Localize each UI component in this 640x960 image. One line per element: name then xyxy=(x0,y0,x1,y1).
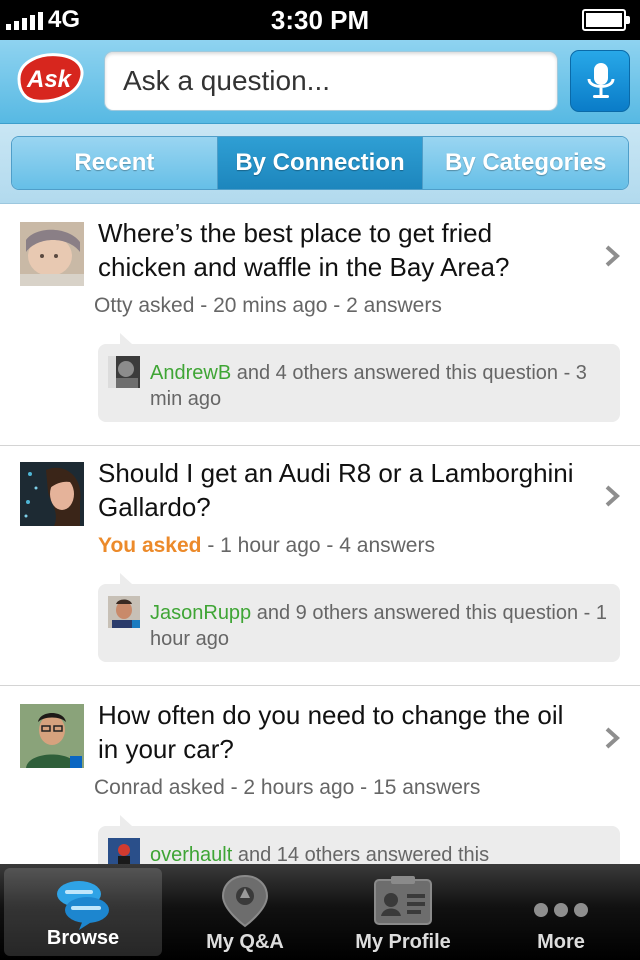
question-text[interactable]: Should I get an Audi R8 or a Lamborghini… xyxy=(98,456,578,524)
answerer-avatar xyxy=(108,356,140,388)
answer-count: 2 answers xyxy=(346,294,442,317)
asker-avatar xyxy=(20,222,84,286)
question-item[interactable]: How often do you need to change the oil … xyxy=(0,686,640,864)
tab-by-categories[interactable]: By Categories xyxy=(423,137,628,189)
tab-label: My Profile xyxy=(355,931,451,953)
answerer-avatar xyxy=(108,838,140,864)
answer-count: 15 answers xyxy=(373,776,481,799)
tab-browse[interactable]: Browse xyxy=(4,868,162,956)
search-header: Ask xyxy=(0,40,640,124)
profile-card-icon xyxy=(374,876,432,925)
battery-icon xyxy=(582,9,630,31)
tab-by-connection[interactable]: By Connection xyxy=(217,137,424,189)
answer-summary: overhault and 14 others answered this xyxy=(150,842,610,864)
filter-tabs-area: Recent By Connection By Categories xyxy=(0,124,640,204)
chevron-right-icon[interactable] xyxy=(600,726,624,750)
chevron-right-icon[interactable] xyxy=(600,484,624,508)
answer-summary-text: and 14 others answered this xyxy=(237,844,490,864)
microphone-icon xyxy=(587,63,615,98)
question-item[interactable]: Where’s the best place to get fried chic… xyxy=(0,204,640,446)
tab-label: My Q&A xyxy=(206,931,284,953)
tab-my-qa[interactable]: My Q&A xyxy=(166,864,324,960)
answer-summary-box[interactable]: AndrewB and 4 others answered this quest… xyxy=(98,333,620,422)
lightbulb-pin-icon xyxy=(221,874,269,928)
speech-bubbles-icon xyxy=(57,881,109,930)
question-meta: Otty asked - 20 mins ago - 2 answers xyxy=(94,294,442,317)
asker-label: You asked xyxy=(98,534,202,557)
voice-search-button[interactable] xyxy=(570,50,630,112)
tab-label: More xyxy=(537,931,585,953)
chevron-right-icon[interactable] xyxy=(600,244,624,268)
tab-recent[interactable]: Recent xyxy=(12,137,218,189)
bottom-tab-bar: Browse My Q&A My Profile More xyxy=(0,864,640,960)
question-time: 2 hours ago xyxy=(243,776,355,799)
answerer-name[interactable]: JasonRupp xyxy=(150,602,251,624)
ask-logo[interactable]: Ask xyxy=(11,49,87,111)
asker-avatar xyxy=(20,462,84,526)
answer-summary-box[interactable]: JasonRupp and 9 others answered this que… xyxy=(98,573,620,662)
answerer-name[interactable]: overhault xyxy=(150,844,232,864)
answer-count: 4 answers xyxy=(339,534,435,557)
question-meta: You asked - 1 hour ago - 4 answers xyxy=(98,534,435,557)
question-item[interactable]: Should I get an Audi R8 or a Lamborghini… xyxy=(0,444,640,686)
answer-summary: JasonRupp and 9 others answered this que… xyxy=(150,600,610,652)
answer-summary-box[interactable]: overhault and 14 others answered this xyxy=(98,815,620,864)
status-bar: 4G 3:30 PM xyxy=(0,0,640,40)
answerer-avatar xyxy=(108,596,140,628)
answerer-name[interactable]: AndrewB xyxy=(150,362,231,384)
more-dots-icon xyxy=(534,903,588,917)
question-feed[interactable]: Where’s the best place to get fried chic… xyxy=(0,204,640,864)
search-box[interactable] xyxy=(104,51,558,111)
asker-label: Conrad asked xyxy=(94,776,225,799)
status-time: 3:30 PM xyxy=(270,5,370,35)
question-text[interactable]: How often do you need to change the oil … xyxy=(98,698,578,766)
logo-text: Ask xyxy=(26,66,73,93)
tab-more[interactable]: More xyxy=(482,864,640,960)
asker-label: Otty asked xyxy=(94,294,195,317)
question-meta: Conrad asked - 2 hours ago - 15 answers xyxy=(94,776,481,799)
question-text[interactable]: Where’s the best place to get fried chic… xyxy=(98,216,578,284)
filter-tabs: Recent By Connection By Categories xyxy=(11,136,629,190)
tab-my-profile[interactable]: My Profile xyxy=(324,864,482,960)
question-time: 20 mins ago xyxy=(213,294,328,317)
question-time: 1 hour ago xyxy=(220,534,321,557)
asker-avatar xyxy=(20,704,84,768)
tab-label: Browse xyxy=(46,927,120,949)
search-input[interactable] xyxy=(105,52,557,110)
answer-summary: AndrewB and 4 others answered this quest… xyxy=(150,360,610,412)
